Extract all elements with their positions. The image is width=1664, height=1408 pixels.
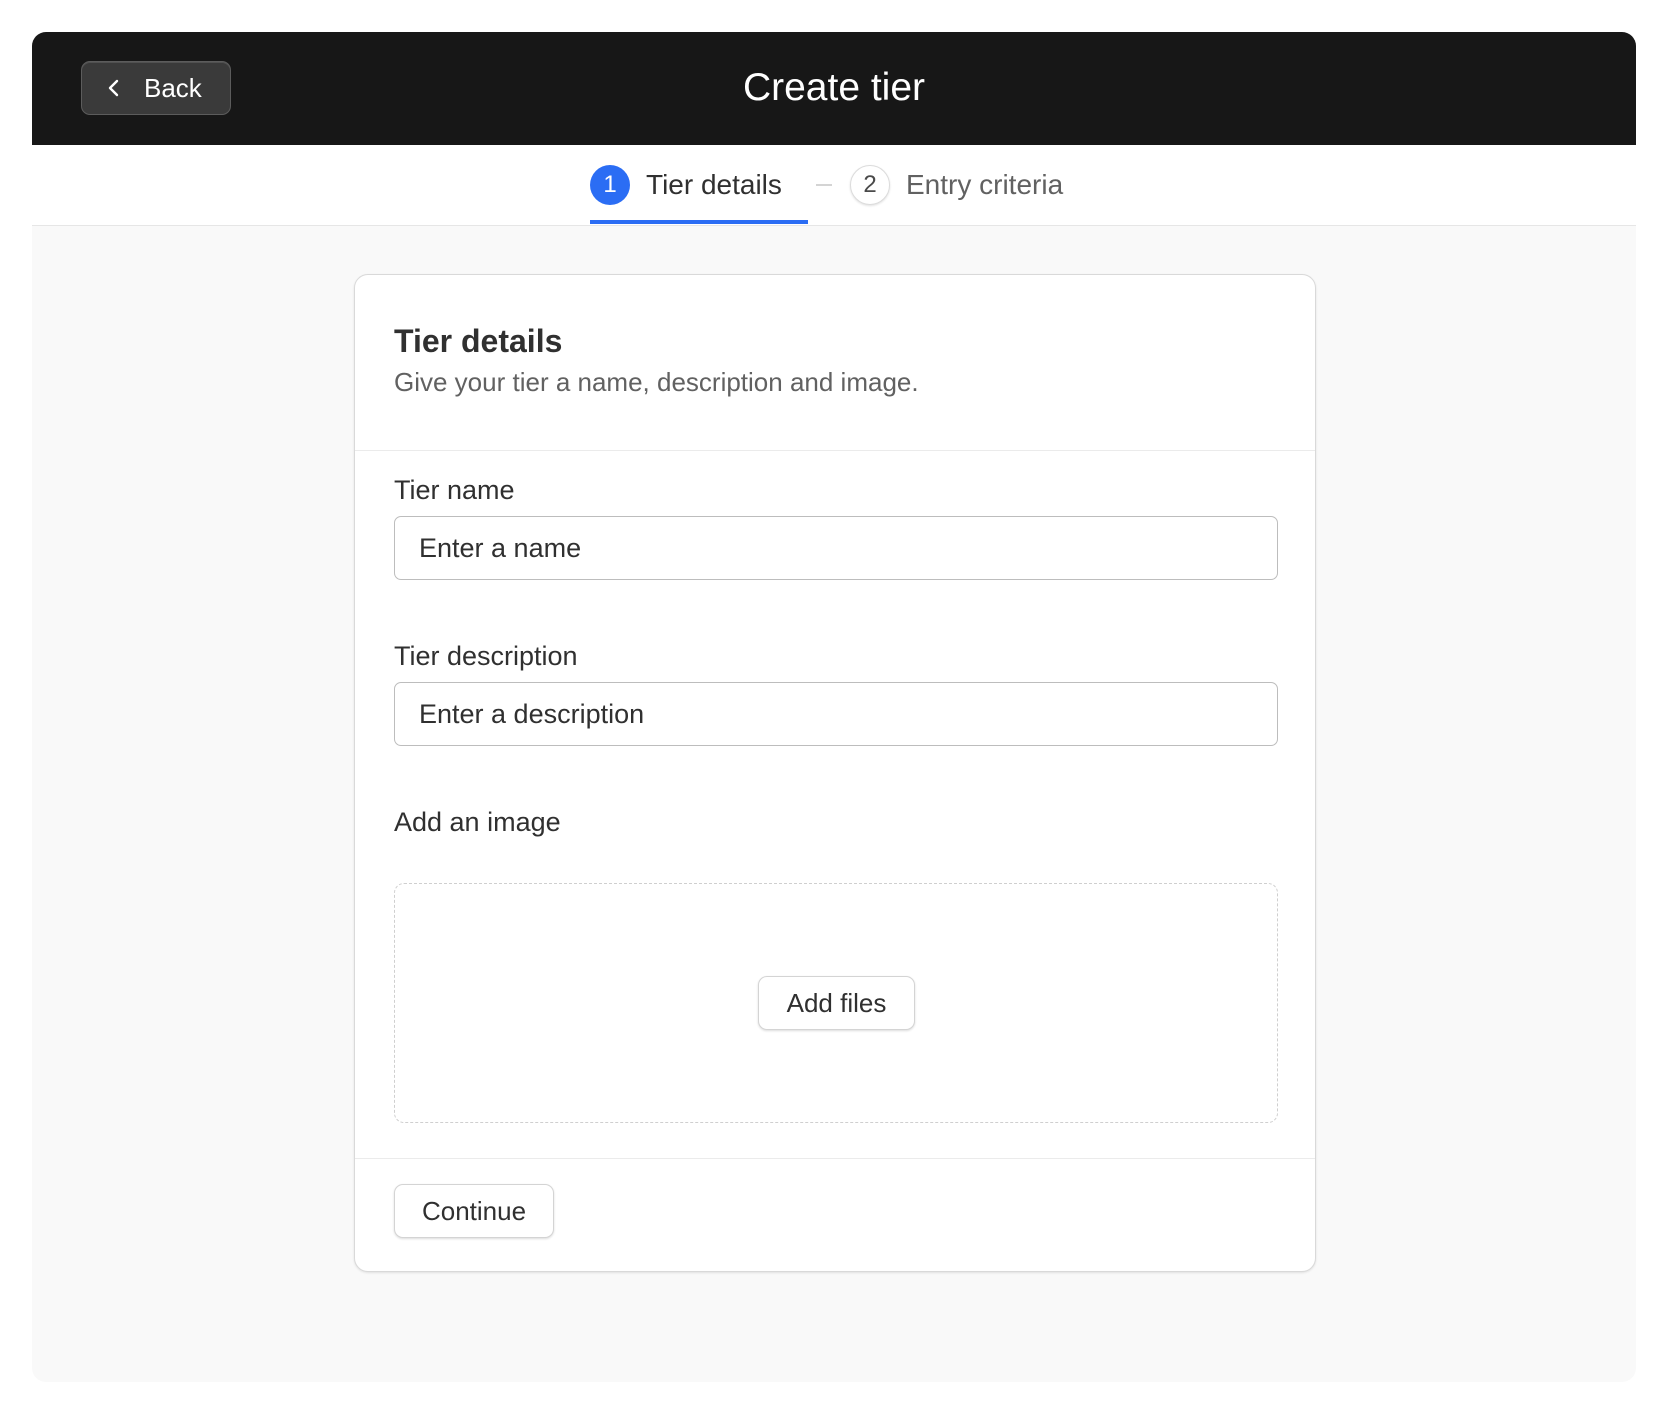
card-divider-top — [355, 450, 1315, 451]
top-bar: Back Create tier — [32, 32, 1636, 145]
card-divider-bottom — [355, 1158, 1315, 1159]
image-dropzone[interactable]: Add files — [394, 883, 1278, 1123]
active-step-indicator — [590, 220, 808, 224]
tier-description-label: Tier description — [394, 641, 578, 671]
tier-name-label: Tier name — [394, 475, 515, 505]
step-tier-details[interactable]: 1 Tier details — [590, 145, 782, 225]
add-image-label: Add an image — [394, 807, 561, 837]
step-label-tier-details: Tier details — [646, 169, 782, 200]
step-number-1: 1 — [590, 165, 630, 205]
card-subtitle: Give your tier a name, description and i… — [394, 367, 919, 397]
add-files-button[interactable]: Add files — [758, 976, 915, 1030]
continue-button[interactable]: Continue — [394, 1184, 554, 1238]
card-title: Tier details — [394, 323, 563, 359]
step-separator — [816, 184, 832, 186]
tier-details-card: Tier details Give your tier a name, desc… — [354, 274, 1316, 1272]
tier-description-input[interactable] — [394, 682, 1278, 746]
step-label-entry-criteria: Entry criteria — [906, 169, 1064, 200]
step-entry-criteria[interactable]: 2 Entry criteria — [850, 145, 1063, 225]
step-number-2: 2 — [850, 165, 890, 205]
page-title: Create tier — [742, 66, 926, 109]
tier-name-input[interactable] — [394, 516, 1278, 580]
app-frame: Back Create tier 1 Tier details 2 Entry … — [32, 32, 1636, 1382]
stepper: 1 Tier details 2 Entry criteria — [32, 145, 1636, 226]
